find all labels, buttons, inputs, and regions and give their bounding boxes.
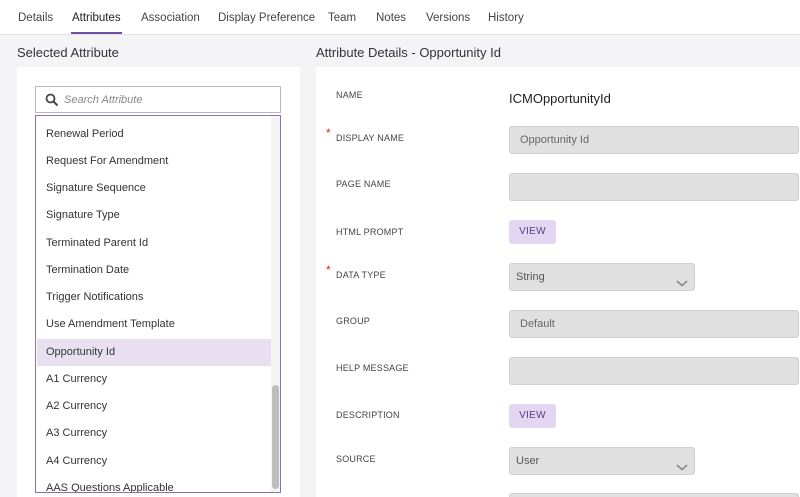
attribute-details-panel: NAME ICMOpportunityId * DISPLAY NAME Opp… bbox=[316, 67, 800, 497]
list-item[interactable]: A3 Currency bbox=[37, 420, 271, 447]
page-name-label: PAGE NAME bbox=[336, 179, 391, 189]
list-item[interactable]: Terminated Parent Id bbox=[37, 230, 271, 257]
scrollbar-thumb[interactable] bbox=[272, 385, 279, 489]
list-item[interactable]: Termination Date bbox=[37, 257, 271, 284]
page-name-field[interactable] bbox=[509, 173, 799, 201]
list-item[interactable]: Trigger Notifications bbox=[37, 284, 271, 311]
data-type-select[interactable]: String bbox=[509, 263, 695, 291]
data-type-label: DATA TYPE bbox=[336, 270, 386, 280]
required-asterisk: * bbox=[326, 126, 331, 140]
search-icon bbox=[45, 93, 59, 107]
list-item[interactable]: Signature Sequence bbox=[37, 175, 271, 202]
tab-team[interactable]: Team bbox=[328, 12, 356, 24]
html-prompt-label: HTML PROMPT bbox=[336, 227, 404, 237]
source-label: SOURCE bbox=[336, 454, 376, 464]
group-label: GROUP bbox=[336, 316, 371, 326]
attribute-list-panel: Renewal Period Request For Amendment Sig… bbox=[17, 67, 300, 497]
chevron-down-icon bbox=[676, 272, 688, 287]
next-field-partial[interactable] bbox=[509, 493, 799, 497]
help-message-field[interactable] bbox=[509, 357, 799, 385]
attribute-details-title: Attribute Details - Opportunity Id bbox=[316, 45, 501, 60]
list-item[interactable]: AAS Questions Applicable bbox=[37, 475, 271, 492]
source-value: User bbox=[516, 455, 540, 467]
display-name-field[interactable]: Opportunity Id bbox=[509, 126, 799, 154]
list-scrollbar[interactable] bbox=[271, 116, 280, 492]
help-message-label: HELP MESSAGE bbox=[336, 363, 409, 373]
tab-versions[interactable]: Versions bbox=[426, 12, 470, 24]
data-type-value: String bbox=[516, 271, 545, 283]
list-item[interactable]: Request For Amendment bbox=[37, 148, 271, 175]
html-prompt-view-button[interactable]: VIEW bbox=[509, 220, 556, 244]
list-item[interactable]: A2 Currency bbox=[37, 393, 271, 420]
search-attribute-input[interactable] bbox=[64, 90, 274, 109]
tab-attributes[interactable]: Attributes bbox=[71, 12, 122, 34]
chevron-down-icon bbox=[676, 456, 688, 471]
name-label: NAME bbox=[336, 90, 363, 100]
list-item[interactable]: A4 Currency bbox=[37, 448, 271, 475]
tab-notes[interactable]: Notes bbox=[376, 12, 406, 24]
list-item[interactable]: Signature Type bbox=[37, 202, 271, 229]
name-value: ICMOpportunityId bbox=[509, 91, 611, 106]
search-box bbox=[35, 86, 281, 113]
tab-bar: Details Attributes Association Display P… bbox=[0, 0, 800, 35]
tab-history[interactable]: History bbox=[488, 12, 524, 24]
list-item[interactable]: Renewal Period bbox=[37, 121, 271, 148]
description-view-button[interactable]: VIEW bbox=[509, 404, 556, 428]
display-name-label: DISPLAY NAME bbox=[336, 133, 405, 143]
description-label: DESCRIPTION bbox=[336, 410, 400, 420]
list-item[interactable]: Use Amendment Template bbox=[37, 311, 271, 338]
tab-association[interactable]: Association bbox=[141, 12, 200, 24]
group-field[interactable]: Default bbox=[509, 310, 799, 338]
source-select[interactable]: User bbox=[509, 447, 695, 475]
tab-details[interactable]: Details bbox=[18, 12, 53, 24]
attribute-list: Renewal Period Request For Amendment Sig… bbox=[35, 115, 281, 493]
list-item[interactable]: A1 Currency bbox=[37, 366, 271, 393]
list-item-selected[interactable]: Opportunity Id bbox=[37, 339, 271, 366]
tab-display-preference[interactable]: Display Preference bbox=[218, 12, 315, 24]
selected-attribute-title: Selected Attribute bbox=[17, 45, 119, 60]
required-asterisk: * bbox=[326, 263, 331, 277]
